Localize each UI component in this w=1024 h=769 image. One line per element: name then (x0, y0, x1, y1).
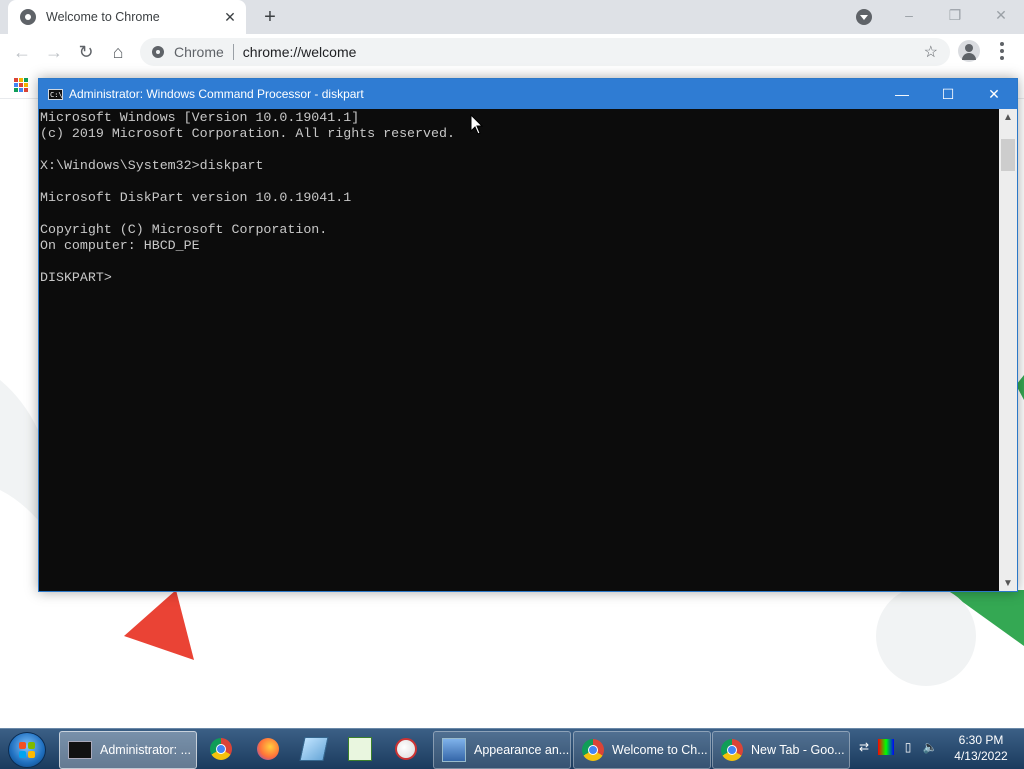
chrome-icon (721, 739, 743, 761)
clock-time: 6:30 PM (958, 733, 1004, 747)
taskbar-item[interactable] (292, 731, 336, 767)
firefox-icon (257, 738, 279, 760)
grey-left-shape (0, 380, 38, 520)
display-color-icon[interactable] (878, 739, 894, 755)
console-line: DISKPART> (40, 270, 112, 285)
taskbar-item-label: New Tab - Goo... (751, 743, 845, 757)
system-tray: ⇄ ▯ 🔈 (856, 739, 938, 755)
scroll-up-icon[interactable]: ▲ (999, 109, 1017, 125)
taskbar-item-label: Welcome to Ch... (612, 743, 708, 757)
console-output[interactable]: Microsoft Windows [Version 10.0.19041.1]… (39, 109, 999, 591)
taskbar-item[interactable]: New Tab - Goo... (712, 731, 850, 769)
taskbar-item[interactable]: Welcome to Ch... (573, 731, 711, 769)
notepad-icon (299, 737, 329, 761)
console-close-button[interactable]: ✕ (971, 79, 1017, 109)
taskbar-clock[interactable]: 6:30 PM 4/13/2022 (948, 732, 1014, 764)
mouse-cursor-icon (470, 114, 484, 135)
paint-icon (395, 738, 417, 760)
console-scrollbar[interactable]: ▲ ▼ (999, 109, 1017, 591)
console-line: (c) 2019 Microsoft Corporation. All righ… (40, 126, 455, 141)
windows-logo-icon (19, 742, 35, 758)
taskbar-item[interactable]: Appearance an... (433, 731, 571, 769)
console-maximize-button[interactable]: ☐ (925, 79, 971, 109)
chrome-icon (210, 738, 232, 760)
console-app-icon: C:\ (48, 88, 63, 100)
scroll-down-icon[interactable]: ▼ (999, 575, 1017, 591)
taskbar-item[interactable] (199, 731, 243, 767)
volume-muted-icon[interactable]: 🔈 (922, 739, 938, 755)
console-line: Copyright (C) Microsoft Corporation. (40, 222, 328, 237)
appearance-icon (442, 738, 466, 762)
red-triangle-shape (124, 590, 194, 660)
usb-device-icon[interactable]: ▯ (900, 739, 916, 755)
console-line: X:\Windows\System32>diskpart (40, 158, 264, 173)
taskbar-item[interactable] (246, 731, 290, 767)
chrome-icon (582, 739, 604, 761)
console-line: Microsoft DiskPart version 10.0.19041.1 (40, 190, 352, 205)
taskbar-item[interactable] (384, 731, 428, 767)
spreadsheet-icon (348, 737, 372, 761)
console-minimize-button[interactable]: — (879, 79, 925, 109)
taskbar-item-label: Administrator: ... (100, 743, 191, 757)
grey-circle-shape (876, 586, 976, 686)
cmd-icon (68, 741, 92, 759)
clock-date: 4/13/2022 (954, 749, 1008, 763)
taskbar-item[interactable] (338, 731, 382, 767)
console-title: Administrator: Windows Command Processor… (69, 87, 364, 101)
console-titlebar[interactable]: C:\ Administrator: Windows Command Proce… (39, 79, 1017, 109)
console-window[interactable]: C:\ Administrator: Windows Command Proce… (38, 78, 1018, 592)
network-icon[interactable]: ⇄ (856, 739, 872, 755)
console-line: Microsoft Windows [Version 10.0.19041.1] (40, 110, 360, 125)
scroll-thumb[interactable] (1001, 139, 1015, 171)
taskbar: Administrator: ... Appearance an... Welcom… (0, 728, 1024, 769)
console-line: On computer: HBCD_PE (40, 238, 200, 253)
taskbar-item[interactable]: Administrator: ... (59, 731, 197, 769)
start-button[interactable] (8, 732, 46, 768)
taskbar-item-label: Appearance an... (474, 743, 570, 757)
